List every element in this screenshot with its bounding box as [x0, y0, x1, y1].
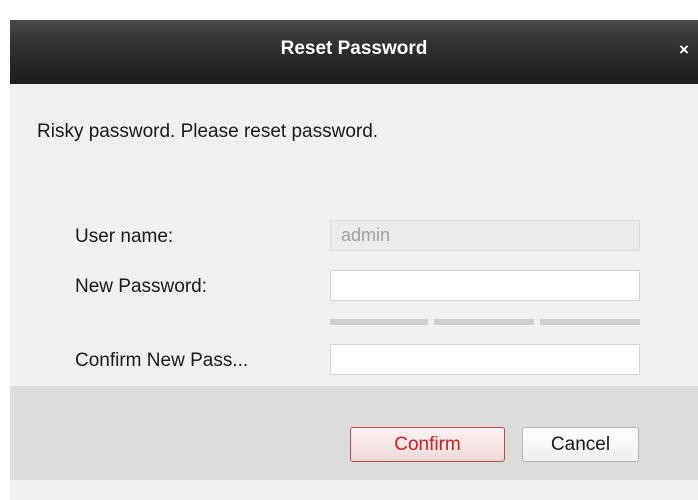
confirm-button[interactable]: Confirm [350, 427, 505, 462]
password-strength-bar-medium [434, 319, 534, 325]
dialog-title: Reset Password [280, 38, 428, 59]
confirm-password-label: Confirm New Pass... [75, 350, 249, 371]
close-icon[interactable]: × [676, 40, 692, 60]
password-strength-bar-strong [540, 319, 640, 325]
cancel-button[interactable]: Cancel [522, 427, 639, 462]
risk-message: Risky password. Please reset password. [37, 121, 379, 142]
confirm-password-field[interactable] [330, 344, 640, 375]
new-password-label: New Password: [75, 276, 207, 297]
username-field [330, 220, 640, 251]
username-label: User name: [75, 226, 174, 247]
dialog-titlebar[interactable]: Reset Password × [10, 20, 698, 84]
new-password-field[interactable] [330, 270, 640, 301]
password-strength-bar-weak [330, 319, 428, 325]
